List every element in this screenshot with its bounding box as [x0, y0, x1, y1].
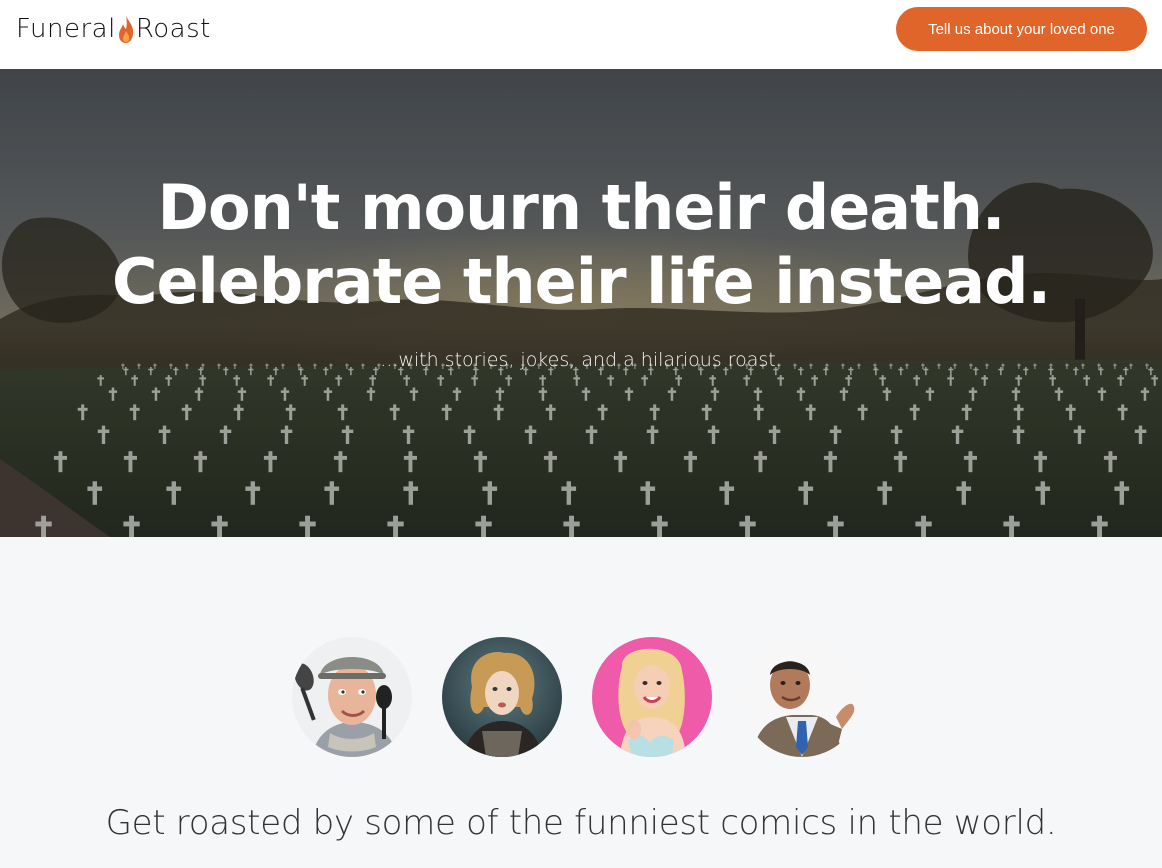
logo-text-roast: Roast — [135, 14, 211, 44]
hero-section: Don't mourn their death. Celebrate their… — [0, 69, 1162, 537]
flame-icon — [118, 16, 133, 43]
comic-suit-man-avatar[interactable] — [742, 637, 862, 757]
comic-chef-avatar[interactable] — [292, 637, 412, 757]
tell-us-button[interactable]: Tell us about your loved one — [896, 7, 1147, 51]
hero-headline-line1: Don't mourn their death. — [157, 171, 1006, 244]
hero-subtitle: ...with stories, jokes, and a hilarious … — [380, 349, 782, 371]
comics-tagline: Get roasted by some of the funniest comi… — [105, 803, 1057, 843]
comics-section: Get roasted by some of the funniest comi… — [0, 537, 1162, 868]
hero-headline: Don't mourn their death. Celebrate their… — [0, 171, 1162, 319]
logo-text-funeral: Funeral — [16, 14, 116, 44]
comic-vintage-woman-avatar[interactable] — [442, 637, 562, 757]
site-header: Funeral Roast Tell us about your loved o… — [0, 0, 1162, 69]
logo[interactable]: Funeral Roast — [16, 12, 211, 44]
comic-pink-woman-avatar[interactable] — [592, 637, 712, 757]
hero-headline-line2: Celebrate their life instead. — [111, 245, 1051, 318]
